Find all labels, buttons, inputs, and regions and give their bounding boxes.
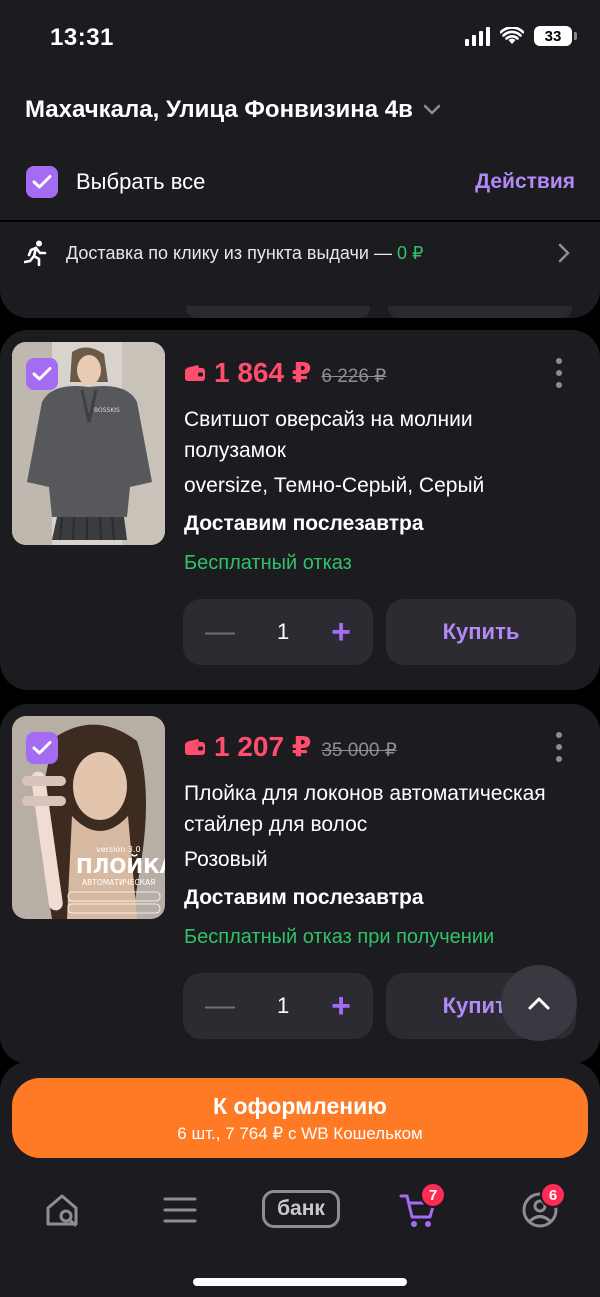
more-options-icon[interactable] (556, 358, 562, 388)
check-icon (32, 367, 52, 381)
checkout-title: К оформлению (213, 1092, 387, 1119)
delivery-date: Доставим послезавтра (184, 512, 424, 535)
checkout-button[interactable]: К оформлению 6 шт., 7 764 ₽ с WB Кошельк… (12, 1078, 588, 1158)
image-product-name: ПЛОЙКА (76, 854, 165, 878)
check-icon (32, 741, 52, 755)
delivery-date: Доставим послезавтра (184, 886, 424, 909)
battery-indicator: 33 (534, 26, 577, 46)
address-selector[interactable]: Махачкала, Улица Фонвизина 4в (25, 96, 441, 124)
bottom-tab-bar: банк 7 6 (0, 1170, 600, 1297)
checkout-subtitle: 6 шт., 7 764 ₽ с WB Кошельком (177, 1123, 423, 1143)
wallet-icon (185, 738, 205, 755)
cart-header: Махачкала, Улица Фонвизина 4в Выбрать вс… (0, 80, 600, 220)
home-indicator (193, 1278, 407, 1286)
status-bar: 13:31 33 (0, 0, 600, 80)
image-product-sub: АВТОМАТИЧЕСКАЯ (82, 878, 155, 887)
cart-item: BOSSKIS 1 864 ₽ 6 226 ₽ Свитшот оверсайз… (0, 330, 600, 690)
old-price: 35 000 ₽ (321, 739, 397, 761)
decrease-button[interactable]: — (205, 989, 235, 1023)
scroll-to-top-button[interactable] (501, 965, 577, 1041)
more-options-icon[interactable] (556, 732, 562, 762)
menu-icon (163, 1197, 197, 1223)
product-image[interactable]: version 3.0 ПЛОЙКА АВТОМАТИЧЕСКАЯ (12, 716, 165, 919)
item-checkbox[interactable] (26, 358, 58, 390)
tab-catalog[interactable] (150, 1180, 210, 1240)
free-refund-label: Бесплатный отказ (184, 552, 352, 574)
buy-button[interactable]: Купить (386, 599, 576, 665)
actions-button[interactable]: Действия (475, 170, 575, 194)
cart-badge: 7 (420, 1182, 446, 1208)
decrease-button[interactable]: — (205, 615, 235, 649)
quantity-value: 1 (276, 619, 290, 644)
product-title[interactable]: Плойка для локонов автоматическая стайле… (184, 778, 564, 840)
profile-badge: 6 (540, 1182, 566, 1208)
increase-button[interactable]: + (331, 987, 351, 1026)
signal-icon (465, 26, 490, 46)
quantity-stepper: — 1 + (183, 599, 373, 665)
select-all-checkbox[interactable] (26, 166, 58, 198)
chevron-right-icon (558, 243, 570, 263)
item-checkbox[interactable] (26, 732, 58, 764)
wallet-icon (185, 364, 205, 381)
current-price: 1 864 ₽ (184, 356, 311, 389)
image-version-text: version 3.0 (96, 845, 141, 854)
check-icon (32, 175, 52, 189)
checkout-panel: К оформлению 6 шт., 7 764 ₽ с WB Кошельк… (0, 1062, 600, 1182)
status-time: 13:31 (50, 24, 114, 51)
select-all-control[interactable]: Выбрать все (26, 166, 205, 198)
delivery-banner-price: 0 ₽ (396, 242, 424, 263)
quantity-value: 1 (276, 993, 290, 1018)
product-title[interactable]: Свитшот оверсайз на молнии полузамок (184, 404, 564, 466)
free-refund-label: Бесплатный отказ при получении (184, 926, 495, 948)
current-price: 1 207 ₽ (184, 730, 311, 763)
old-price: 6 226 ₽ (321, 365, 387, 387)
hidden-button-stub (186, 306, 370, 318)
tab-home[interactable] (32, 1180, 92, 1240)
increase-button[interactable]: + (331, 613, 351, 652)
price-row: 1 207 ₽ 35 000 ₽ (184, 730, 397, 763)
product-attributes: Розовый (184, 848, 268, 871)
select-all-label: Выбрать все (76, 169, 206, 194)
delivery-banner-text: Доставка по клику из пункта выдачи — 0 ₽ (66, 242, 424, 263)
chevron-up-icon (528, 997, 550, 1010)
select-all-row: Выбрать все Действия (26, 166, 575, 198)
quantity-stepper: — 1 + (183, 973, 373, 1039)
product-image[interactable]: BOSSKIS (12, 342, 165, 545)
chevron-down-icon (423, 104, 441, 115)
home-search-icon (46, 1194, 78, 1227)
running-person-icon (24, 240, 47, 266)
price-row: 1 864 ₽ 6 226 ₽ (184, 356, 386, 389)
delivery-banner[interactable]: Доставка по клику из пункта выдачи — 0 ₽ (0, 222, 600, 318)
svg-text:BOSSKIS: BOSSKIS (94, 407, 120, 414)
product-attributes: oversize, Темно-Серый, Серый (184, 474, 485, 497)
tab-bank[interactable]: банк (262, 1190, 340, 1228)
hidden-button-stub (388, 306, 572, 318)
wifi-icon (500, 27, 524, 44)
status-icons: 33 (465, 26, 577, 46)
address-text: Махачкала, Улица Фонвизина 4в (25, 96, 413, 123)
